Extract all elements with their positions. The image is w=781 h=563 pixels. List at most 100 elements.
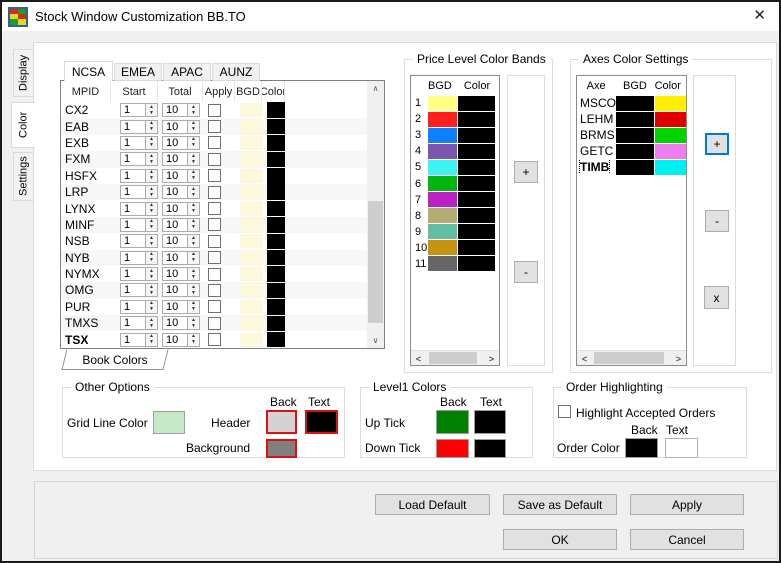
start-value[interactable]: 1 bbox=[121, 137, 145, 149]
spin-down-icon[interactable]: ▼ bbox=[146, 176, 157, 182]
apply-checkbox[interactable] bbox=[208, 300, 221, 314]
apply-checkbox[interactable] bbox=[208, 185, 221, 199]
axe-label[interactable]: GETC bbox=[580, 144, 613, 158]
spin-down-icon[interactable]: ▼ bbox=[146, 110, 157, 116]
total-value[interactable]: 10 bbox=[163, 186, 187, 198]
bgd-swatch[interactable] bbox=[428, 192, 457, 208]
start-value[interactable]: 1 bbox=[121, 121, 145, 133]
apply-checkbox[interactable] bbox=[208, 316, 221, 330]
color-swatch[interactable] bbox=[267, 331, 285, 348]
bgd-swatch[interactable] bbox=[428, 111, 457, 127]
spin-down-icon[interactable]: ▼ bbox=[188, 340, 199, 346]
color-swatch[interactable] bbox=[267, 118, 285, 135]
order-back-swatch[interactable] bbox=[625, 438, 658, 458]
color-swatch[interactable] bbox=[267, 200, 285, 217]
bgd-swatch[interactable] bbox=[240, 217, 263, 232]
bgd-swatch[interactable] bbox=[616, 143, 654, 159]
spinner-arrows[interactable]: ▲ ▼ bbox=[145, 104, 157, 117]
start-value[interactable]: 1 bbox=[121, 186, 145, 198]
close-icon[interactable]: ✕ bbox=[753, 7, 766, 25]
start-value[interactable]: 1 bbox=[121, 252, 145, 264]
start-spinner[interactable]: 1 ▲ ▼ bbox=[120, 217, 158, 232]
up-tick-text-swatch[interactable] bbox=[474, 410, 506, 434]
horizontal-scrollbar[interactable]: < > bbox=[577, 350, 686, 365]
spin-down-icon[interactable]: ▼ bbox=[188, 110, 199, 116]
scroll-down-icon[interactable]: ∨ bbox=[368, 333, 383, 348]
background-swatch[interactable] bbox=[266, 439, 297, 458]
vertical-scrollbar[interactable]: ∧ ∨ bbox=[367, 81, 384, 348]
spinner-arrows[interactable]: ▲ ▼ bbox=[187, 136, 199, 149]
start-spinner[interactable]: 1 ▲ ▼ bbox=[120, 283, 158, 298]
bgd-swatch[interactable] bbox=[616, 111, 654, 127]
apply-checkbox[interactable] bbox=[208, 103, 221, 117]
tab-book-colors[interactable]: Book Colors bbox=[61, 349, 169, 370]
scroll-up-icon[interactable]: ∧ bbox=[368, 81, 383, 96]
bgd-swatch[interactable] bbox=[240, 283, 263, 298]
bgd-swatch[interactable] bbox=[428, 240, 457, 256]
start-spinner[interactable]: 1 ▲ ▼ bbox=[120, 316, 158, 331]
color-swatch[interactable] bbox=[267, 168, 285, 184]
color-swatch[interactable] bbox=[458, 208, 495, 224]
total-spinner[interactable]: 10 ▲ ▼ bbox=[162, 135, 200, 150]
spinner-arrows[interactable]: ▲ ▼ bbox=[145, 218, 157, 231]
order-text-swatch[interactable] bbox=[665, 438, 698, 458]
spin-down-icon[interactable]: ▼ bbox=[146, 209, 157, 215]
total-spinner[interactable]: 10 ▲ ▼ bbox=[162, 283, 200, 298]
spinner-arrows[interactable]: ▲ ▼ bbox=[187, 186, 199, 199]
color-swatch[interactable] bbox=[267, 151, 285, 168]
total-value[interactable]: 10 bbox=[163, 121, 187, 133]
spin-down-icon[interactable]: ▼ bbox=[188, 307, 199, 313]
bgd-swatch[interactable] bbox=[428, 208, 457, 224]
spinner-arrows[interactable]: ▲ ▼ bbox=[187, 300, 199, 313]
spin-down-icon[interactable]: ▼ bbox=[188, 209, 199, 215]
total-value[interactable]: 10 bbox=[163, 284, 187, 296]
color-swatch[interactable] bbox=[655, 127, 686, 143]
start-value[interactable]: 1 bbox=[121, 334, 145, 346]
total-value[interactable]: 10 bbox=[163, 153, 187, 165]
start-value[interactable]: 1 bbox=[121, 301, 145, 313]
start-spinner[interactable]: 1 ▲ ▼ bbox=[120, 250, 158, 265]
apply-checkbox[interactable] bbox=[208, 251, 221, 265]
spinner-arrows[interactable]: ▲ ▼ bbox=[145, 317, 157, 330]
spin-down-icon[interactable]: ▼ bbox=[146, 274, 157, 280]
start-spinner[interactable]: 1 ▲ ▼ bbox=[120, 135, 158, 150]
total-spinner[interactable]: 10 ▲ ▼ bbox=[162, 234, 200, 249]
spinner-arrows[interactable]: ▲ ▼ bbox=[145, 333, 157, 346]
color-swatch[interactable] bbox=[267, 184, 285, 200]
start-spinner[interactable]: 1 ▲ ▼ bbox=[120, 267, 158, 282]
total-value[interactable]: 10 bbox=[163, 137, 187, 149]
bgd-swatch[interactable] bbox=[428, 159, 457, 175]
spinner-arrows[interactable]: ▲ ▼ bbox=[145, 235, 157, 248]
start-spinner[interactable]: 1 ▲ ▼ bbox=[120, 332, 158, 347]
spin-down-icon[interactable]: ▼ bbox=[188, 323, 199, 329]
save-as-default-button[interactable]: Save as Default bbox=[503, 494, 617, 515]
spin-down-icon[interactable]: ▼ bbox=[188, 176, 199, 182]
total-spinner[interactable]: 10 ▲ ▼ bbox=[162, 168, 200, 183]
spinner-arrows[interactable]: ▲ ▼ bbox=[145, 169, 157, 182]
start-spinner[interactable]: 1 ▲ ▼ bbox=[120, 299, 158, 314]
apply-checkbox[interactable] bbox=[208, 120, 221, 134]
bgd-swatch[interactable] bbox=[240, 316, 263, 331]
bgd-swatch[interactable] bbox=[428, 127, 457, 143]
highlight-accepted-orders-checkbox[interactable] bbox=[558, 405, 571, 418]
tab-color[interactable]: Color bbox=[11, 102, 35, 148]
bgd-swatch[interactable] bbox=[428, 95, 457, 111]
spin-down-icon[interactable]: ▼ bbox=[146, 241, 157, 247]
spinner-arrows[interactable]: ▲ ▼ bbox=[187, 104, 199, 117]
color-swatch[interactable] bbox=[458, 127, 495, 143]
bgd-swatch[interactable] bbox=[240, 332, 263, 347]
start-spinner[interactable]: 1 ▲ ▼ bbox=[120, 103, 158, 118]
spinner-arrows[interactable]: ▲ ▼ bbox=[145, 284, 157, 297]
total-spinner[interactable]: 10 ▲ ▼ bbox=[162, 332, 200, 347]
spin-down-icon[interactable]: ▼ bbox=[188, 290, 199, 296]
spin-down-icon[interactable]: ▼ bbox=[146, 340, 157, 346]
total-value[interactable]: 10 bbox=[163, 317, 187, 329]
color-swatch[interactable] bbox=[655, 159, 686, 175]
total-spinner[interactable]: 10 ▲ ▼ bbox=[162, 201, 200, 216]
start-spinner[interactable]: 1 ▲ ▼ bbox=[120, 185, 158, 200]
spinner-arrows[interactable]: ▲ ▼ bbox=[187, 284, 199, 297]
axe-label[interactable]: MSCO bbox=[580, 96, 616, 110]
spinner-arrows[interactable]: ▲ ▼ bbox=[187, 333, 199, 346]
down-tick-back-swatch[interactable] bbox=[436, 439, 469, 458]
bgd-swatch[interactable] bbox=[428, 224, 457, 240]
